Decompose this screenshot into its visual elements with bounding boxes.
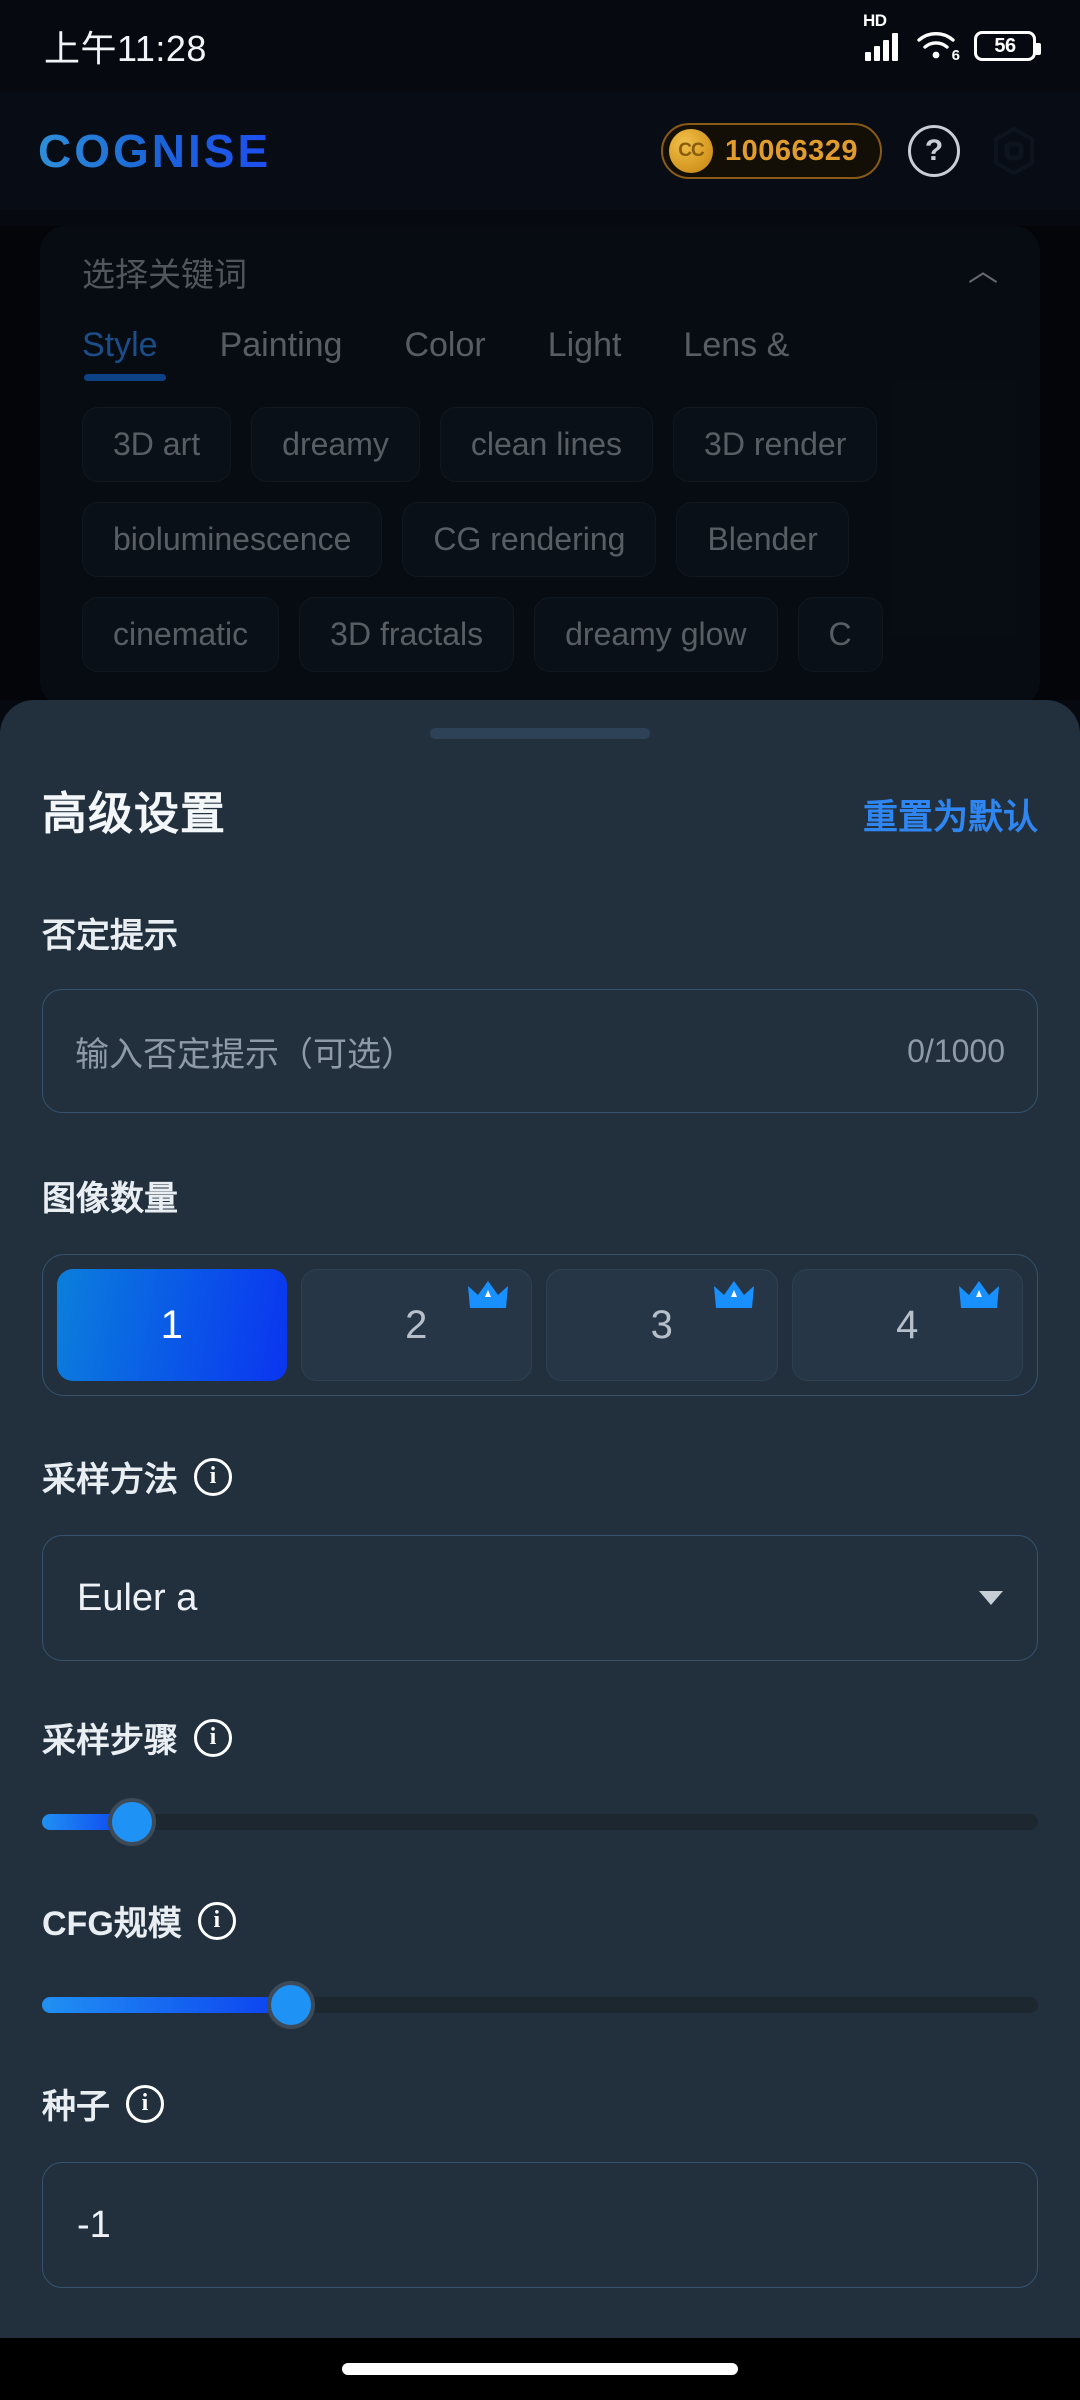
seed-value: -1 xyxy=(77,2203,111,2246)
slider-thumb[interactable] xyxy=(107,1798,156,1846)
sampling-method-value: Euler a xyxy=(77,1576,198,1619)
image-count-value: 3 xyxy=(650,1302,673,1347)
info-icon[interactable]: i xyxy=(126,2084,164,2123)
status-system-icons: HD 6 56 xyxy=(863,11,1041,64)
sampling-steps-slider[interactable] xyxy=(42,1798,1038,1846)
negative-prompt-input[interactable]: 输入否定提示（可选） 0/1000 xyxy=(42,989,1038,1113)
wifi-icon: 6 xyxy=(916,31,960,64)
status-clock: 上午11:28 xyxy=(44,28,207,69)
seed-label: 种子 i xyxy=(42,2079,1038,2128)
image-count-section: 图像数量 1 2 3 4 xyxy=(0,1171,1080,1396)
sampling-steps-section: 采样步骤 i xyxy=(0,1713,1080,1846)
seed-section: 种子 i -1 xyxy=(0,2079,1080,2288)
sampling-method-section: 采样方法 i Euler a xyxy=(0,1452,1080,1661)
cfg-scale-slider[interactable] xyxy=(42,1981,1038,2029)
negative-prompt-placeholder: 输入否定提示（可选） xyxy=(75,1035,415,1074)
cellular-signal-icon: HD xyxy=(863,11,898,61)
info-icon[interactable]: i xyxy=(194,1718,232,1757)
coin-icon: CC xyxy=(668,129,713,173)
image-count-value: 1 xyxy=(160,1302,183,1347)
cfg-scale-label-text: CFG规模 xyxy=(42,1905,182,1943)
crown-icon xyxy=(468,1281,508,1308)
image-count-value: 2 xyxy=(405,1302,428,1347)
seed-label-text: 种子 xyxy=(42,2088,110,2126)
coin-badge[interactable]: CC 10066329 xyxy=(660,123,882,179)
image-count-label-text: 图像数量 xyxy=(42,1180,178,1218)
sampling-method-dropdown[interactable]: Euler a xyxy=(42,1535,1038,1661)
slider-fill xyxy=(42,1997,291,2013)
settings-icon[interactable] xyxy=(986,123,1042,179)
negative-prompt-label-text: 否定提示 xyxy=(42,917,178,955)
header-actions: CC 10066329 ? xyxy=(660,123,1042,179)
reset-to-default-button[interactable]: 重置为默认 xyxy=(863,789,1038,840)
sampling-steps-label: 采样步骤 i xyxy=(42,1713,1038,1762)
slider-track xyxy=(42,1814,1038,1830)
signal-bars-icon xyxy=(865,33,898,61)
coin-balance-label: 10066329 xyxy=(724,134,858,167)
image-count-option-3[interactable]: 3 xyxy=(546,1269,778,1381)
sampling-method-label: 采样方法 i xyxy=(42,1452,1038,1501)
home-gesture-pill[interactable] xyxy=(342,2363,738,2375)
wifi-generation-label: 6 xyxy=(951,47,960,64)
sheet-title: 高级设置 xyxy=(42,788,227,839)
sampling-steps-label-text: 采样步骤 xyxy=(42,1722,178,1760)
hd-label: HD xyxy=(863,11,887,30)
phone-screen: 上午11:28 HD 6 56 COGNISE CC 10066329 ? 选择… xyxy=(0,0,1080,2400)
help-icon[interactable]: ? xyxy=(908,125,960,177)
battery-icon: 56 xyxy=(974,31,1041,61)
info-icon[interactable]: i xyxy=(194,1457,232,1496)
sheet-scrim[interactable] xyxy=(0,226,1080,700)
image-count-value: 4 xyxy=(896,1302,919,1347)
image-count-option-1[interactable]: 1 xyxy=(57,1269,287,1381)
info-icon[interactable]: i xyxy=(197,1901,236,1940)
image-count-option-2[interactable]: 2 xyxy=(300,1269,532,1381)
advanced-settings-sheet: 高级设置 重置为默认 否定提示 输入否定提示（可选） 0/1000 图像数量 1 xyxy=(0,700,1080,2338)
battery-level-label: 56 xyxy=(994,34,1016,57)
seed-input[interactable]: -1 xyxy=(42,2162,1038,2288)
image-count-selector: 1 2 3 4 xyxy=(42,1254,1038,1396)
sheet-drag-handle[interactable] xyxy=(430,728,650,739)
crown-icon xyxy=(959,1281,999,1308)
negative-prompt-counter: 0/1000 xyxy=(907,1032,1005,1069)
app-logo: COGNISE xyxy=(38,125,272,177)
cfg-scale-label: CFG规模 i xyxy=(42,1896,1038,1945)
sheet-header: 高级设置 重置为默认 xyxy=(0,739,1080,842)
chevron-down-icon xyxy=(979,1591,1003,1605)
image-count-label: 图像数量 xyxy=(42,1171,1038,1220)
status-bar: 上午11:28 HD 6 56 xyxy=(0,0,1080,92)
negative-prompt-label: 否定提示 xyxy=(42,908,1038,957)
image-count-option-4[interactable]: 4 xyxy=(791,1269,1023,1381)
crown-icon xyxy=(713,1281,754,1308)
negative-prompt-section: 否定提示 输入否定提示（可选） 0/1000 xyxy=(0,908,1080,1113)
android-nav-bar xyxy=(0,2338,1080,2400)
sampling-method-label-text: 采样方法 xyxy=(42,1461,178,1499)
app-header: COGNISE CC 10066329 ? xyxy=(0,92,1080,210)
cfg-scale-section: CFG规模 i xyxy=(0,1896,1080,2029)
slider-thumb[interactable] xyxy=(267,1981,315,2029)
